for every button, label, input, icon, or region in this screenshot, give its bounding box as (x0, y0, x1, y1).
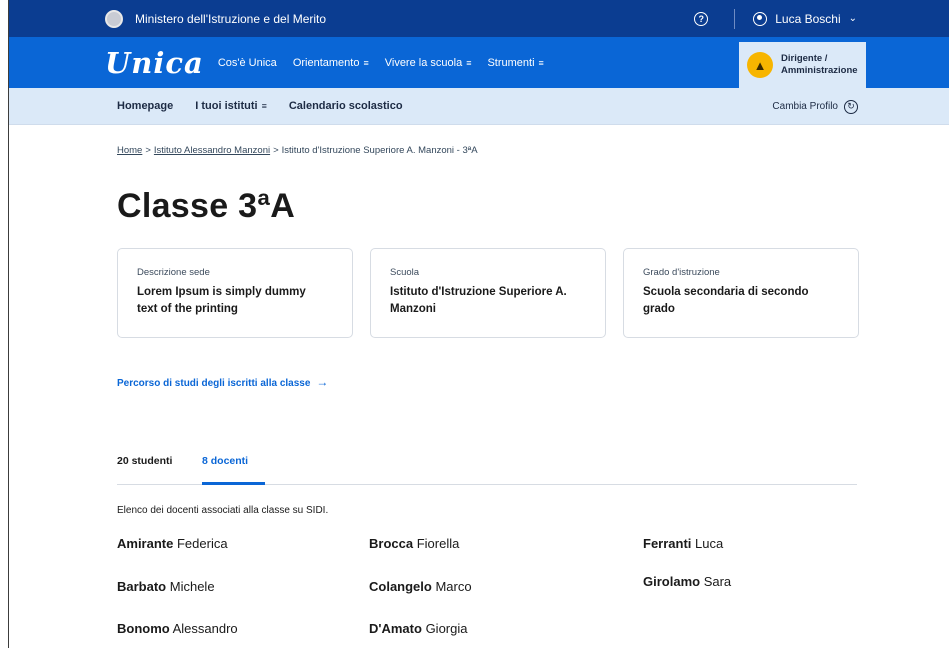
subnav-item-calendario[interactable]: Calendario scolastico (289, 100, 403, 112)
subnav-item-label: Calendario scolastico (288, 100, 403, 112)
nav-item-label: Orientamento (292, 56, 360, 69)
nav-item-cos-e-unica[interactable]: Cos'è Unica (218, 57, 277, 69)
teacher-surname: Colangelo (369, 579, 432, 594)
app-frame: Ministero dell'Istruzione e del Merito ?… (8, 0, 949, 648)
teacher-item: Brocca Fiorella (369, 536, 459, 551)
subnav-item-label: I tuoi istituti (195, 100, 258, 112)
teacher-surname: Barbato (117, 579, 167, 594)
nav-item-vivere-la-scuola[interactable]: Vivere la scuola ≡ (385, 57, 472, 69)
menu-icon: ≡ (261, 101, 267, 111)
nav-item-label: Strumenti (487, 56, 535, 69)
card-label: Descrizione sede (137, 267, 210, 278)
percorso-studi-link[interactable]: Percorso di studi degli iscritti alla cl… (117, 375, 328, 389)
user-icon (753, 11, 768, 26)
card-value-line2: grado (643, 303, 675, 315)
role-badge-icon: ▲ (747, 52, 773, 78)
teacher-item: Barbato Michele (117, 579, 215, 594)
teacher-surname: Amirante (117, 536, 174, 551)
topbar-divider (734, 8, 736, 29)
menu-icon: ≡ (538, 57, 544, 68)
page-title: Classe 3ªA (117, 187, 296, 225)
help-circle-icon[interactable]: ? (694, 11, 709, 26)
ministry-bar: Ministero dell'Istruzione e del Merito ?… (9, 0, 949, 37)
card-value-line2: text of the printing (137, 303, 238, 315)
cambia-profilo-button[interactable]: Cambia Profilo ↻ (772, 88, 858, 125)
role-label-line1: Dirigente / (781, 53, 828, 64)
teacher-name: Alessandro (172, 621, 238, 636)
teacher-name: Luca (695, 536, 724, 551)
teacher-surname: D'Amato (369, 621, 422, 636)
class-info-cards: Descrizione sede Lorem Ipsum is simply d… (117, 248, 876, 338)
tab-studenti[interactable]: 20 studenti (117, 455, 172, 467)
teacher-name: Michele (169, 579, 215, 594)
republic-emblem-icon (105, 9, 123, 28)
teacher-item: D'Amato Giorgia (369, 621, 467, 636)
teacher-surname: Bonomo (117, 621, 170, 636)
percorso-studi-label: Percorso di studi degli iscritti alla cl… (117, 378, 311, 389)
card-value: Istituto d'Istruzione Superiore A. Manzon… (390, 284, 586, 318)
breadcrumb-separator: > (273, 145, 279, 156)
cambia-profilo-label: Cambia Profilo (772, 101, 838, 112)
teacher-surname: Ferranti (643, 536, 692, 551)
card-label: Grado d'istruzione (643, 267, 720, 278)
swap-profile-icon: ↻ (844, 99, 858, 114)
nav-item-orientamento[interactable]: Orientamento ≡ (293, 57, 369, 69)
teacher-name: Marco (435, 579, 472, 594)
subnav-item-label: Homepage (117, 100, 174, 112)
class-tabs: 20 studenti 8 docenti (117, 447, 857, 485)
card-value-line1: Lorem Ipsum is simply dummy (137, 286, 306, 298)
teacher-item: Amirante Federica (117, 536, 228, 551)
card-grado-istruzione: Grado d'istruzione Scuola secondaria di … (623, 248, 859, 338)
topbar-right: ? Luca Boschi ⌄ (694, 0, 949, 37)
nav-item-label: Cos'è Unica (217, 56, 277, 69)
active-tab-indicator (202, 482, 265, 485)
card-value-line1: Istituto d'Istruzione Superiore A. (390, 286, 567, 298)
teacher-item: Bonomo Alessandro (117, 621, 238, 636)
sub-nav: Homepage I tuoi istituti ≡ Calendario sco… (9, 88, 949, 125)
chevron-down-icon[interactable]: ⌄ (849, 13, 857, 24)
breadcrumb-separator: > (145, 145, 151, 156)
card-label: Scuola (390, 267, 420, 278)
teacher-name: Sara (703, 574, 732, 589)
teacher-item: Colangelo Marco (369, 579, 472, 594)
card-value-line1: Scuola secondaria di secondo (643, 286, 809, 298)
breadcrumb: Home > Istituto Alessandro Manzoni > Istitut… (117, 145, 478, 156)
card-value: Lorem Ipsum is simply dummy text of the p… (137, 284, 333, 318)
card-value: Scuola secondaria di secondo grado (643, 284, 839, 318)
nav-item-label: Vivere la scuola (384, 56, 463, 69)
card-value-line2: Manzoni (390, 303, 436, 315)
breadcrumb-home[interactable]: Home (117, 145, 142, 156)
main-nav: Unica Cos'è Unica Orientamento ≡ Vivere l… (9, 37, 949, 88)
teacher-item: Girolamo Sara (643, 574, 731, 589)
nav-item-strumenti[interactable]: Strumenti ≡ (487, 57, 543, 69)
role-selector[interactable]: ▲ Dirigente / Amministrazione (739, 42, 866, 88)
teachers-intro: Elenco dei docenti associati alla classe… (117, 505, 329, 516)
teacher-name: Fiorella (416, 536, 460, 551)
teacher-item: Ferranti Luca (643, 536, 723, 551)
menu-icon: ≡ (363, 57, 369, 68)
breadcrumb-istituto[interactable]: Istituto Alessandro Manzoni (154, 145, 270, 156)
card-scuola: Scuola Istituto d'Istruzione Superiore A… (370, 248, 606, 338)
unica-logo[interactable]: Unica (105, 46, 204, 80)
subnav-item-i-tuoi-istituti[interactable]: I tuoi istituti ≡ (195, 100, 267, 112)
teacher-name: Giorgia (425, 621, 468, 636)
role-label-line2: Amministrazione (781, 65, 858, 76)
menu-icon: ≡ (466, 57, 472, 68)
teacher-surname: Brocca (369, 536, 414, 551)
tab-docenti[interactable]: 8 docenti (202, 455, 248, 467)
user-name[interactable]: Luca Boschi (775, 12, 840, 26)
card-descrizione-sede: Descrizione sede Lorem Ipsum is simply d… (117, 248, 353, 338)
ministry-name[interactable]: Ministero dell'Istruzione e del Merito (135, 12, 326, 26)
breadcrumb-current: Istituto d'Istruzione Superiore A. Manzo… (281, 145, 478, 156)
subnav-item-homepage[interactable]: Homepage (117, 100, 173, 112)
arrow-right-icon: → (316, 375, 329, 389)
teacher-surname: Girolamo (643, 574, 701, 589)
teacher-name: Federica (176, 536, 228, 551)
role-label: Dirigente / Amministrazione (781, 53, 858, 77)
